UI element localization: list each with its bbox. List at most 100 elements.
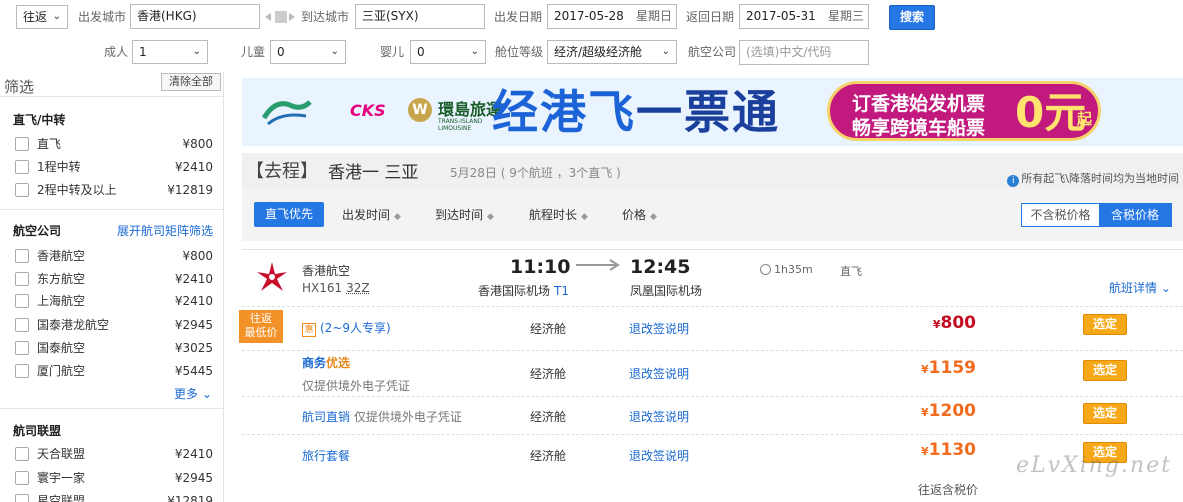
checkbox[interactable] (15, 137, 29, 151)
airline-matrix-link[interactable]: 展开航司矩阵筛选 (117, 222, 213, 239)
child-label: 儿童 (241, 45, 266, 59)
filter-option-label: 2程中转及以上 (37, 183, 117, 197)
return-date-value: 2017-05-31 (746, 9, 816, 23)
checkbox[interactable] (15, 471, 29, 485)
filter-option-label: 东方航空 (37, 272, 86, 286)
filter-option-airline[interactable]: 厦门航空 ¥5445 (15, 360, 213, 382)
depart-date-input[interactable]: 2017-05-28 星期日 (547, 4, 677, 29)
filter-option-alliance[interactable]: 星空联盟 ¥12819 (15, 490, 213, 502)
fare-price: ¥1200 (921, 401, 976, 421)
sort-label: 到达时间 (435, 208, 484, 222)
infant-select[interactable]: 0 ⌄ (410, 40, 486, 64)
cabin-class-select[interactable]: 经济/超级经济舱 ⌄ (547, 40, 677, 64)
flight-details-link[interactable]: 航班详情 ⌄ (1109, 279, 1171, 296)
refund-rules-link[interactable]: 退改签说明 (629, 408, 689, 425)
clear-all-button[interactable]: 清除全部 (161, 73, 221, 91)
filter-option-one-stop[interactable]: 1程中转 ¥2410 (15, 156, 213, 178)
fare-cabin: 经济舱 (530, 367, 567, 381)
airline-label: 航空公司 (688, 45, 737, 59)
checkbox[interactable] (15, 249, 29, 263)
checkbox[interactable] (15, 494, 29, 502)
sort-duration[interactable]: 航程时长 ◆ (529, 206, 588, 223)
airline-input[interactable]: (选填)中文/代码 (739, 40, 869, 65)
route-header: 【去程】 香港一 三亚 5月28日 ( 9个航班 ，3个直飞 ) i 所有起飞\降… (242, 153, 1183, 189)
more-airlines-link[interactable]: 更多 ⌄ (174, 385, 212, 402)
sort-direct-first[interactable]: 直飞优先 (254, 202, 324, 227)
sort-departure-time[interactable]: 出发时间 ◆ (342, 206, 401, 223)
checkbox[interactable] (15, 160, 29, 174)
airport-logo-icon (262, 100, 312, 126)
to-city-input[interactable]: 三亚(SYX) (355, 4, 485, 29)
checkbox[interactable] (15, 294, 29, 308)
fare-description[interactable]: 旅行套餐 (302, 447, 350, 464)
fare-price-value: 1130 (928, 440, 976, 460)
chevron-down-icon: ⌄ (192, 46, 201, 57)
from-city-input[interactable]: 香港(HKG) (130, 4, 260, 29)
checkbox[interactable] (15, 447, 29, 461)
to-city-label: 到达城市 (301, 10, 350, 24)
return-date-label: 返回日期 (686, 10, 735, 24)
direct-flag: 直飞 (840, 265, 862, 278)
departure-airport: 香港国际机场 T1 (478, 282, 569, 299)
sort-arrows-icon: ◆ (394, 212, 401, 222)
refund-rules-link[interactable]: 退改签说明 (629, 365, 689, 382)
hong-kong-airlines-logo-icon (257, 262, 287, 291)
filter-option-label: 直飞 (37, 137, 62, 151)
info-icon: i (1007, 175, 1020, 187)
departure-airport-name: 香港国际机场 (478, 284, 551, 298)
swap-cities-icon[interactable] (263, 8, 297, 26)
refund-rules-link[interactable]: 退改签说明 (629, 320, 689, 337)
divider (0, 96, 224, 97)
adult-select[interactable]: 1 ⌄ (132, 40, 208, 64)
currency-symbol: ¥ (921, 406, 929, 419)
filter-option-price: ¥800 (182, 137, 213, 151)
filter-option-label: 国泰港龙航空 (37, 318, 110, 332)
aircraft-type[interactable]: 32Z (346, 281, 370, 295)
checkbox[interactable] (15, 183, 29, 197)
refund-rules-link[interactable]: 退改签说明 (629, 447, 689, 464)
sort-arrival-time[interactable]: 到达时间 ◆ (435, 206, 494, 223)
return-day-of-week: 星期三 (827, 9, 864, 23)
checkbox[interactable] (15, 364, 29, 378)
sort-label: 航程时长 (529, 208, 578, 222)
trip-direction: 【去程】 (246, 161, 318, 182)
fare-cabin: 经济舱 (530, 322, 567, 336)
filter-option-airline[interactable]: 国泰航空 ¥3025 (15, 337, 213, 359)
promo-banner[interactable]: CKS W 環島旅運 TRANS-ISLAND LIMOUSINE 经港飞一票通… (242, 78, 1183, 146)
flight-duration: 1h35m (760, 263, 813, 276)
sort-arrows-icon: ◆ (650, 212, 657, 222)
checkbox[interactable] (15, 272, 29, 286)
clock-icon (760, 264, 771, 275)
filter-option-two-plus-stops[interactable]: 2程中转及以上 ¥12819 (15, 179, 213, 201)
select-fare-button[interactable]: 选定 (1083, 314, 1127, 335)
fare-price: ¥800 (933, 313, 976, 333)
checkbox[interactable] (15, 318, 29, 332)
offer-line-1: 订香港始发机票 (852, 93, 986, 115)
return-date-input[interactable]: 2017-05-31 星期三 (739, 4, 869, 29)
offer-line-2: 畅享跨境车船票 (852, 117, 986, 139)
select-fare-button[interactable]: 选定 (1083, 360, 1127, 381)
cabin-class-label: 舱位等级 (495, 45, 544, 59)
price-excl-tax-tab[interactable]: 不含税价格 (1022, 204, 1099, 226)
business-preferred-logo: 商务优选 (302, 354, 350, 371)
filter-option-direct[interactable]: 直飞 ¥800 (15, 133, 213, 155)
filter-option-airline[interactable]: 香港航空 ¥800 (15, 245, 213, 267)
filter-option-alliance[interactable]: 天合联盟 ¥2410 (15, 443, 213, 465)
price-incl-tax-tab[interactable]: 含税价格 (1099, 204, 1171, 226)
filter-option-airline[interactable]: 上海航空 ¥2410 (15, 290, 213, 312)
checkbox[interactable] (15, 341, 29, 355)
fare-price: ¥1159 (921, 358, 976, 378)
filter-option-airline[interactable]: 国泰港龙航空 ¥2945 (15, 314, 213, 336)
airline-name: 香港航空 (302, 264, 351, 278)
filter-option-price: ¥2410 (174, 294, 213, 308)
chevron-down-icon: ⌄ (330, 46, 339, 57)
cabin-class-value: 经济/超级经济舱 (554, 45, 643, 59)
search-button[interactable]: 搜索 (889, 5, 935, 30)
select-fare-button[interactable]: 选定 (1083, 403, 1127, 424)
filter-option-alliance[interactable]: 寰宇一家 ¥2945 (15, 467, 213, 489)
depart-date-label: 出发日期 (494, 10, 543, 24)
child-select[interactable]: 0 ⌄ (270, 40, 346, 64)
trip-type-select[interactable]: 往返 ⌄ (16, 5, 68, 29)
filter-option-airline[interactable]: 东方航空 ¥2410 (15, 268, 213, 290)
sort-price[interactable]: 价格 ◆ (622, 206, 657, 223)
